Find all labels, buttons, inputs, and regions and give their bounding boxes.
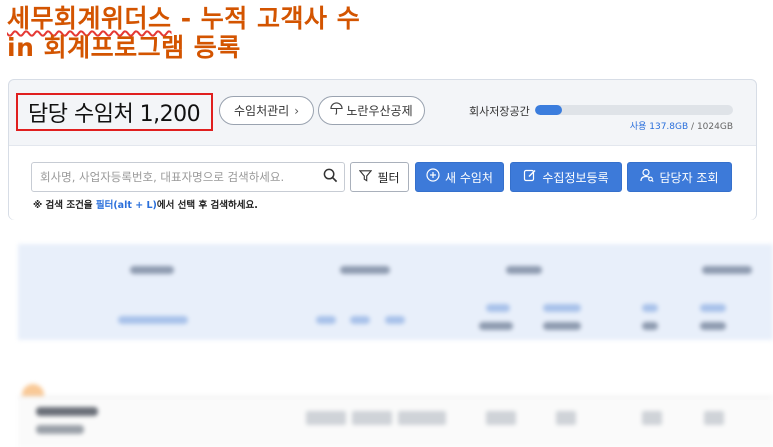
filter-label: 필터 xyxy=(377,170,400,185)
headline-line-1: 세무회계위더스 - 누적 고객사 수 xyxy=(7,4,360,33)
storage-progress-fill xyxy=(535,105,562,115)
yellow-umbrella-fund-label: 노란우산공제 xyxy=(346,104,413,118)
row-cell xyxy=(704,411,724,425)
umbrella-icon xyxy=(330,102,344,119)
new-client-label: 새 수임처 xyxy=(445,170,493,185)
header-cell xyxy=(486,304,510,312)
storage-usage-text: 사용 137.8GB / 1024GB xyxy=(630,119,733,132)
headline-brand: 세무회계위더스 xyxy=(7,4,172,33)
header-cell xyxy=(700,304,726,312)
new-client-button[interactable]: 새 수임처 xyxy=(415,162,504,192)
headline: 세무회계위더스 - 누적 고객사 수 in 회계프로그램 등록 xyxy=(7,4,360,62)
header-cell xyxy=(340,266,390,274)
header-cell xyxy=(543,304,581,312)
row-cell xyxy=(352,411,392,425)
client-management-button[interactable]: 수임처관리 › xyxy=(219,96,314,125)
headline-line-2: in 회계프로그램 등록 xyxy=(7,33,241,62)
page-title: 담당 수임처 1,200 xyxy=(28,102,201,127)
row-cell xyxy=(36,407,98,416)
header-cell xyxy=(385,316,405,324)
header-cell xyxy=(479,322,513,330)
headline-rest: - 누적 고객사 수 xyxy=(171,4,361,33)
search-icon[interactable] xyxy=(323,168,338,187)
plus-circle-icon xyxy=(426,168,440,186)
person-search-icon xyxy=(640,168,655,186)
row-cell xyxy=(642,411,662,425)
manager-lookup-button[interactable]: 담당자 조회 xyxy=(627,162,732,192)
search-box xyxy=(31,162,345,192)
storage-progress-bar xyxy=(535,105,733,115)
manager-lookup-label: 담당자 조회 xyxy=(659,170,719,185)
chevron-right-icon: › xyxy=(294,103,299,118)
edit-icon xyxy=(523,168,537,186)
row-cell xyxy=(306,411,346,425)
collect-info-label: 수집정보등록 xyxy=(542,170,609,185)
header-cell xyxy=(316,316,336,324)
filter-button[interactable]: 필터 xyxy=(350,162,409,192)
storage-total: / 1024GB xyxy=(691,122,733,132)
collect-info-button[interactable]: 수집정보등록 xyxy=(510,162,622,192)
header-cell xyxy=(702,266,752,274)
row-cell xyxy=(36,425,84,434)
row-cell xyxy=(556,411,576,425)
header-cell xyxy=(118,316,188,324)
header-cell xyxy=(350,316,370,324)
client-management-label: 수임처관리 xyxy=(233,104,290,118)
header-cell xyxy=(642,322,658,330)
storage-used: 사용 137.8GB xyxy=(629,122,689,132)
hint-suffix: 에서 선택 후 검색하세요. xyxy=(156,200,258,211)
table-header xyxy=(18,244,773,340)
client-table-blurred xyxy=(18,236,773,447)
row-cell xyxy=(398,411,446,425)
table-row[interactable] xyxy=(18,396,773,447)
yellow-umbrella-fund-button[interactable]: 노란우산공제 xyxy=(318,96,425,125)
search-hint: ※ 검색 조건을 필터(alt + L)에서 선택 후 검색하세요. xyxy=(33,197,258,211)
funnel-icon xyxy=(359,169,373,186)
header-cell xyxy=(130,266,174,274)
client-count-title: 담당 수임처 1,200 xyxy=(16,93,213,131)
search-input[interactable] xyxy=(32,163,312,191)
header-cell xyxy=(543,322,581,330)
row-cell xyxy=(486,411,516,425)
storage-label: 회사저장공간 xyxy=(469,105,530,118)
hint-shortcut: 필터(alt + L) xyxy=(95,200,157,211)
hint-prefix: ※ 검색 조건을 xyxy=(33,200,96,211)
header-cell xyxy=(642,304,658,312)
header-cell xyxy=(700,322,726,330)
header-cell xyxy=(506,266,542,274)
